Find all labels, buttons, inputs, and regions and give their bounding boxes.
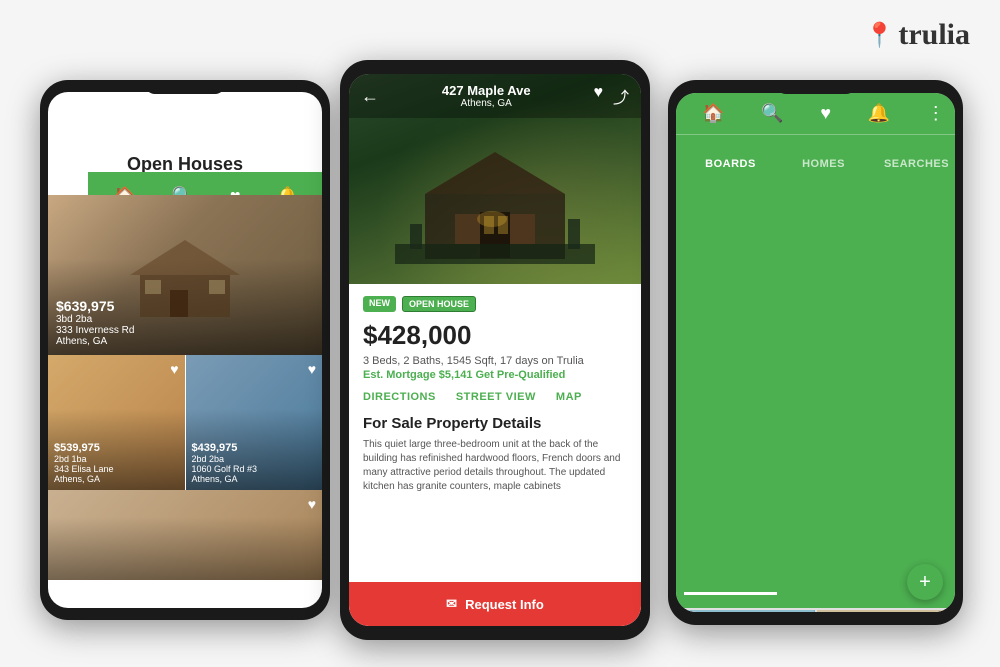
- listing-2-baths: 2ba: [209, 454, 224, 464]
- qualify-link[interactable]: Get Pre-Qualified: [476, 369, 566, 381]
- listing-hero2[interactable]: ♥: [48, 490, 322, 580]
- listing-2-price: $439,975: [192, 442, 258, 454]
- hero-price-info: $639,975 3bd 2ba 333 Inverness Rd Athens…: [56, 298, 134, 347]
- board-san-diego[interactable]: San Diego Homes Only Me 4 Homes: [678, 610, 815, 612]
- detail-specs: 3 Beds, 2 Baths, 1545 Sqft, 17 days on T…: [363, 355, 627, 367]
- hero-baths: 2ba: [75, 314, 92, 325]
- badge-new: NEW: [363, 296, 396, 312]
- listing-2-address: 1060 Golf Rd #3: [192, 464, 258, 474]
- bell-nav-icon-3[interactable]: 🔔: [868, 103, 890, 124]
- home-nav-icon-3[interactable]: 🏠: [702, 103, 724, 124]
- share-action-icon[interactable]: ⤴: [613, 84, 629, 108]
- address-city: Athens, GA: [442, 98, 531, 109]
- logo-text: trulia: [898, 18, 970, 52]
- hero-address: 333 Inverness Rd: [56, 325, 134, 336]
- phone-open-houses: 🏠 🔍 ♥ 🔔 ⋮ Open Houses in Athens $639,975: [40, 80, 330, 620]
- more-nav-icon-3[interactable]: ⋮: [927, 103, 945, 124]
- phone-property-detail: ← 427 Maple Ave Athens, GA ♥ ⤴ NEW OPEN …: [340, 60, 650, 640]
- board-east-bay[interactable]: East Bay Only Me 3 Homes: [817, 610, 954, 612]
- heart-action-icon[interactable]: ♥: [593, 84, 603, 108]
- card-overlay-sandiego: [678, 610, 815, 612]
- hero-price: $639,975: [56, 298, 134, 314]
- map-btn[interactable]: MAP: [556, 391, 582, 403]
- back-button[interactable]: ←: [361, 86, 379, 107]
- hero-beds: 3bd: [56, 314, 73, 325]
- phone-boards: 🏠 🔍 ♥ 🔔 ⋮ BOARDS HOMES SEARCHES: [668, 80, 963, 625]
- section-title: For Sale Property Details: [363, 415, 627, 432]
- listing-2-info: $439,975 2bd 2ba 1060 Golf Rd #3 Athens,…: [192, 442, 258, 484]
- tab-homes[interactable]: HOMES: [777, 148, 870, 595]
- nav-actions: ♥ ⤴: [593, 84, 629, 108]
- listing-col-2[interactable]: ♥ $439,975 2bd 2ba 1060 Golf Rd #3 Athen…: [186, 355, 323, 490]
- address-block: 427 Maple Ave Athens, GA: [442, 83, 531, 109]
- listing-2-city: Athens, GA: [192, 474, 258, 484]
- detail-nav: ← 427 Maple Ave Athens, GA ♥ ⤴: [349, 74, 641, 118]
- listing-2-beds: 2bd: [192, 454, 207, 464]
- tab-boards[interactable]: BOARDS: [684, 148, 777, 595]
- night-house-svg: [395, 144, 595, 264]
- listing-1-info: $539,975 2bd 1ba 343 Elisa Lane Athens, …: [54, 442, 114, 484]
- mortgage-text: Est. Mortgage $5,141: [363, 369, 472, 381]
- tabs-bar: BOARDS HOMES SEARCHES: [676, 134, 955, 608]
- listing-1-baths: 1ba: [72, 454, 87, 464]
- detail-mortgage: Est. Mortgage $5,141 Get Pre-Qualified: [363, 369, 627, 381]
- address-main: 427 Maple Ave: [442, 83, 531, 98]
- trulia-logo: 📍 trulia: [864, 18, 970, 52]
- tab-searches[interactable]: SEARCHES: [870, 148, 955, 595]
- house-svg: [120, 235, 250, 325]
- heart-btn-2[interactable]: ♥: [308, 361, 316, 377]
- detail-hero-image: ← 427 Maple Ave Athens, GA ♥ ⤴: [349, 74, 641, 284]
- listing-1-price: $539,975: [54, 442, 114, 454]
- request-info-bar[interactable]: ✉ Request Info: [349, 582, 641, 626]
- badge-open-house: OPEN HOUSE: [402, 296, 476, 312]
- listing-col-1[interactable]: ♥ $539,975 2bd 1ba 343 Elisa Lane Athens…: [48, 355, 186, 490]
- listing-1-city: Athens, GA: [54, 474, 114, 484]
- heart-btn-3[interactable]: ♥: [308, 496, 316, 512]
- hero-city: Athens, GA: [56, 336, 134, 347]
- listing-1-beds: 2bd: [54, 454, 69, 464]
- detail-actions: DIRECTIONS STREET VIEW MAP: [363, 391, 627, 403]
- email-icon: ✉: [446, 596, 457, 612]
- badges: NEW OPEN HOUSE: [363, 296, 627, 312]
- detail-price: $428,000: [363, 320, 627, 351]
- directions-btn[interactable]: DIRECTIONS: [363, 391, 436, 403]
- boards-grid: San Diego Homes Only Me 4 Homes: [676, 608, 955, 612]
- detail-content: NEW OPEN HOUSE $428,000 3 Beds, 2 Baths,…: [349, 284, 641, 626]
- two-col-listings: ♥ $539,975 2bd 1ba 343 Elisa Lane Athens…: [48, 355, 322, 490]
- search-nav-icon-3[interactable]: 🔍: [761, 103, 783, 124]
- heart-nav-icon-3[interactable]: ♥: [820, 103, 831, 124]
- listing-1-address: 343 Elisa Lane: [54, 464, 114, 474]
- pin-icon: 📍: [864, 21, 894, 50]
- card-overlay-eastbay: [817, 610, 954, 612]
- street-view-btn[interactable]: STREET VIEW: [456, 391, 536, 403]
- request-btn-label: Request Info: [465, 597, 544, 612]
- add-board-button[interactable]: +: [907, 564, 943, 600]
- section-description: This quiet large three-bedroom unit at t…: [363, 438, 627, 494]
- heart-btn-1[interactable]: ♥: [170, 361, 178, 377]
- hero-listing[interactable]: $639,975 3bd 2ba 333 Inverness Rd Athens…: [48, 195, 322, 355]
